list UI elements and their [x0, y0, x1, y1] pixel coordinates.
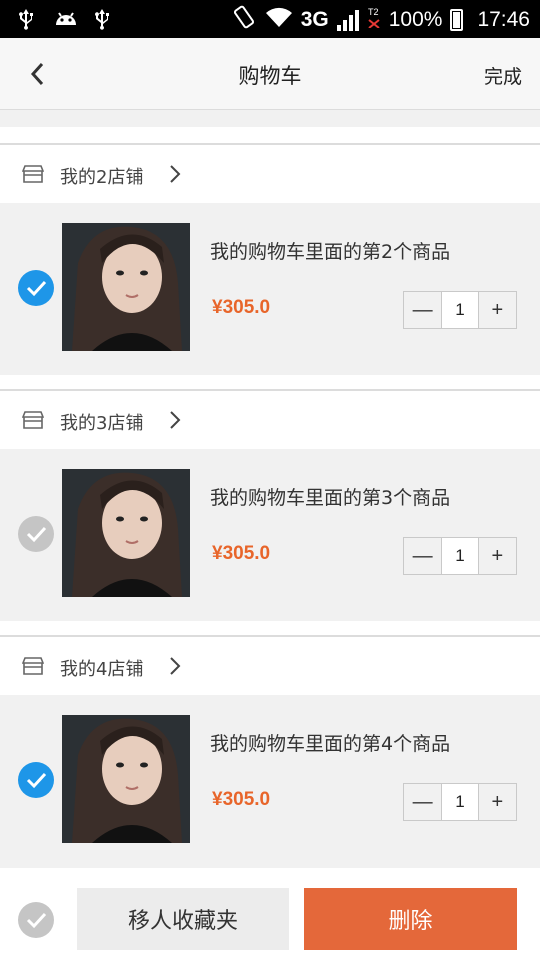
product-name: 我的购物车里面的第4个商品 — [210, 733, 451, 755]
cart-item: 我的购物车里面的第4个商品 ¥305.0 — 1 + — [0, 695, 540, 867]
quantity-stepper: — 1 + — [403, 291, 517, 329]
decrease-button[interactable]: — — [404, 538, 441, 574]
store-icon — [22, 411, 44, 429]
product-price: ¥305.0 — [212, 543, 271, 564]
shop-name: 我的2店铺 — [60, 167, 144, 188]
spacer-strip — [0, 621, 540, 635]
network-type: 3G — [300, 8, 329, 31]
shop-name: 我的3店铺 — [60, 413, 144, 434]
checkmark-icon — [26, 526, 47, 543]
android-icon — [52, 7, 76, 31]
product-price: ¥305.0 — [212, 297, 271, 318]
vibrate-icon — [231, 4, 257, 36]
item-checkbox[interactable] — [18, 762, 54, 798]
checkmark-icon — [26, 912, 47, 929]
product-image[interactable] — [62, 715, 190, 843]
product-name: 我的购物车里面的第2个商品 — [210, 241, 451, 263]
decrease-button[interactable]: — — [404, 292, 441, 328]
quantity-stepper: — 1 + — [403, 537, 517, 575]
bottom-action-bar: 移人收藏夹 删除 — [0, 868, 540, 960]
quantity-value[interactable]: 1 — [441, 538, 479, 574]
cart-item: 我的购物车里面的第3个商品 ¥305.0 — 1 + — [0, 449, 540, 621]
product-image[interactable] — [62, 223, 190, 351]
chevron-right-icon — [170, 165, 181, 183]
shop-header[interactable]: 我的4店铺 — [0, 635, 540, 695]
select-all-checkbox[interactable] — [18, 902, 54, 938]
chevron-right-icon — [170, 411, 181, 429]
quantity-stepper: — 1 + — [403, 783, 517, 821]
quantity-value[interactable]: 1 — [441, 292, 479, 328]
shop-header[interactable]: 我的3店铺 — [0, 389, 540, 449]
store-icon — [22, 657, 44, 675]
shop-name: 我的4店铺 — [60, 659, 144, 680]
store-icon — [22, 165, 44, 183]
done-button[interactable]: 完成 — [484, 62, 522, 89]
checkmark-icon — [26, 772, 47, 789]
signal-icon — [336, 9, 359, 31]
delete-button[interactable]: 删除 — [304, 888, 517, 950]
battery-icon — [450, 9, 464, 31]
wifi-icon — [265, 6, 293, 34]
move-to-favorites-button[interactable]: 移人收藏夹 — [77, 888, 289, 950]
cart-item: 我的购物车里面的第2个商品 ¥305.0 — 1 + — [0, 203, 540, 375]
usb-icon — [90, 7, 114, 31]
increase-button[interactable]: + — [479, 292, 516, 328]
svg-text:T2: T2 — [368, 7, 379, 17]
shop-header[interactable]: 我的2店铺 — [0, 143, 540, 203]
spacer-strip — [0, 375, 540, 389]
decrease-button[interactable]: — — [404, 784, 441, 820]
increase-button[interactable]: + — [479, 784, 516, 820]
navigation-bar: 购物车 完成 — [0, 38, 540, 110]
item-checkbox[interactable] — [18, 516, 54, 552]
increase-button[interactable]: + — [479, 538, 516, 574]
battery-percent: 100% — [388, 8, 443, 31]
signal-off-icon: T2 — [367, 6, 381, 34]
product-name: 我的购物车里面的第3个商品 — [210, 487, 451, 509]
product-image[interactable] — [62, 469, 190, 597]
page-title: 购物车 — [238, 64, 302, 88]
item-checkbox[interactable] — [18, 270, 54, 306]
checkmark-icon — [26, 280, 47, 297]
clock: 17:46 — [477, 8, 530, 31]
quantity-value[interactable]: 1 — [441, 784, 479, 820]
usb-icon — [14, 7, 38, 31]
status-bar: 3G T2 100% 17:46 — [0, 0, 540, 38]
chevron-right-icon — [170, 657, 181, 675]
product-price: ¥305.0 — [212, 789, 271, 810]
